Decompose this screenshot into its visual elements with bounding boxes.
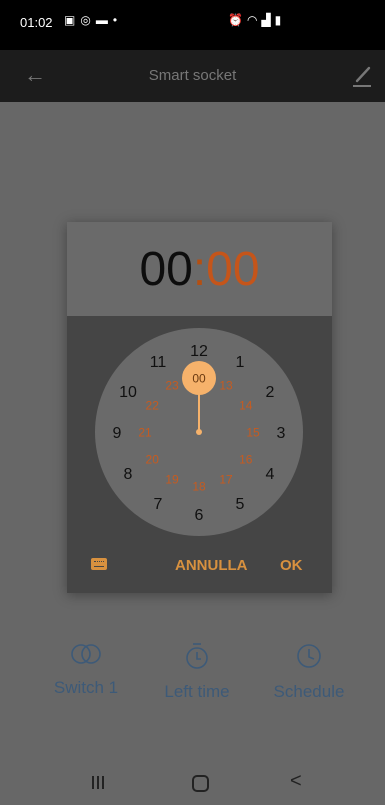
home-icon[interactable] — [192, 775, 209, 792]
clock-body: 12 1 2 3 4 5 6 7 8 9 10 11 00 13 14 15 16 17 18 19 20 21 22 23… — [67, 316, 332, 593]
hour-20[interactable]: 20 — [146, 453, 160, 467]
hour-21[interactable]: 21 — [138, 426, 152, 440]
alarm-icon: ⏰ — [228, 13, 247, 27]
time-display: 00:00 — [67, 242, 332, 298]
status-bar: 01:02 ▣◎▬• ⏰◠▟▮ — [0, 0, 385, 50]
wifi-icon: ◠ — [246, 13, 262, 27]
hour-18[interactable]: 18 — [192, 480, 206, 494]
battery-icon: ▮ — [274, 13, 286, 27]
timer-icon — [186, 643, 208, 669]
tab-schedule[interactable]: Schedule — [254, 642, 364, 702]
recent-apps-icon[interactable] — [92, 776, 106, 789]
app-bar: ← Smart socket — [0, 50, 385, 102]
ok-button[interactable]: OK — [280, 557, 303, 574]
hour-7[interactable]: 7 — [154, 496, 163, 513]
nav-back-icon[interactable]: < — [290, 770, 302, 793]
hour-23[interactable]: 23 — [165, 379, 179, 393]
hour-10[interactable]: 10 — [119, 384, 137, 401]
hour-8[interactable]: 8 — [124, 466, 133, 483]
hour-19[interactable]: 19 — [165, 472, 179, 486]
minutes-display[interactable]: 00 — [206, 243, 259, 296]
tab-left-time[interactable]: Left time — [142, 642, 252, 702]
toggle-circles-icon — [71, 644, 101, 664]
keyboard-icon[interactable] — [91, 558, 107, 570]
hour-4[interactable]: 4 — [266, 466, 275, 483]
status-time: 01:02 — [20, 15, 53, 30]
hour-3[interactable]: 3 — [277, 425, 286, 442]
cancel-button[interactable]: ANNULLA — [175, 557, 248, 574]
hour-12[interactable]: 12 — [190, 343, 208, 360]
hour-14[interactable]: 14 — [239, 399, 253, 413]
hour-22[interactable]: 22 — [146, 399, 160, 413]
location-icon: ◎ — [80, 13, 96, 27]
clock-icon — [297, 644, 321, 668]
time-separator: : — [192, 243, 207, 296]
page-title: Smart socket — [148, 67, 237, 84]
tab-switch[interactable]: Switch 1 — [31, 642, 141, 698]
hour-13[interactable]: 13 — [219, 379, 233, 393]
hour-16[interactable]: 16 — [239, 453, 253, 467]
hour-15[interactable]: 15 — [246, 426, 260, 440]
edit-icon[interactable] — [352, 64, 372, 88]
dot-icon: • — [112, 13, 123, 27]
status-system-icons: ⏰◠▟▮ — [228, 13, 285, 27]
hour-9[interactable]: 9 — [113, 425, 122, 442]
sms-icon: ▬ — [95, 13, 113, 27]
hour-1[interactable]: 1 — [236, 354, 245, 371]
hour-11[interactable]: 11 — [150, 354, 167, 371]
status-notification-icons: ▣◎▬• — [64, 13, 122, 27]
time-display-header: 00:00 — [67, 222, 332, 316]
hours-display[interactable]: 00 — [139, 243, 192, 296]
time-picker-dialog: 00:00 12 1 2 3 4 5 6 7 8 9 10 11 00 13 14 15 16 17 18 19 20… — [67, 222, 332, 593]
image-icon: ▣ — [64, 13, 81, 27]
hour-5[interactable]: 5 — [236, 496, 245, 513]
signal-icon: ▟ — [261, 13, 275, 27]
tab-label: Left time — [164, 682, 230, 701]
bottom-tabs: Switch 1 Left time Schedule — [0, 642, 385, 712]
hour-17[interactable]: 17 — [219, 472, 233, 486]
clock-center — [196, 429, 202, 435]
hour-00[interactable]: 00 — [192, 372, 206, 386]
navigation-bar: < — [0, 762, 385, 805]
hour-2[interactable]: 2 — [266, 384, 275, 401]
hour-6[interactable]: 6 — [195, 507, 204, 524]
clock-dial[interactable]: 121234567891011 001314151617181920212223 — [67, 316, 332, 593]
tab-label: Switch 1 — [53, 678, 119, 697]
tab-label: Schedule — [273, 682, 345, 701]
